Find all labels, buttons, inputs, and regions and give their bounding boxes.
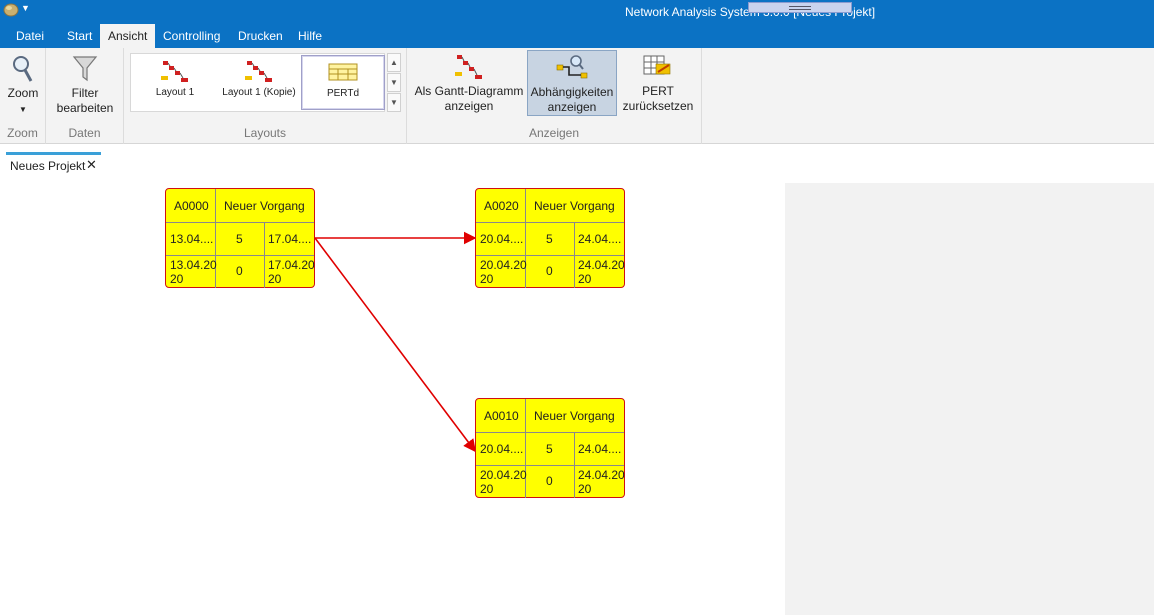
node-duration: 5 (236, 232, 243, 246)
title-overlay-box (748, 2, 852, 13)
group-label-anzeigen: Anzeigen (528, 126, 580, 140)
group-layouts: Layout 1 Layout 1 (Kopie) PERTd ▲ ▼ ▼ La… (124, 48, 407, 144)
node-late-finish: 24.04.20 (578, 468, 625, 482)
layout-item-pertd[interactable]: PERTd (301, 55, 385, 110)
node-late-finish: 17.04.20 (268, 258, 315, 272)
layout-gallery: Layout 1 Layout 1 (Kopie) PERTd (130, 53, 385, 112)
gantt-chart-icon (455, 55, 482, 79)
node-early-start: 13.04.... (170, 232, 214, 246)
gallery-more-icon[interactable]: ▼ (387, 93, 401, 112)
node-early-start: 20.04.... (480, 442, 524, 456)
zoom-label: Zoom (7, 86, 39, 100)
pert-node-a0020[interactable]: A0020 Neuer Vorgang 20.04.... 5 24.04...… (475, 188, 625, 288)
tab-start[interactable]: Start (59, 24, 100, 48)
gantt-layout-icon (245, 61, 272, 82)
app-icon[interactable] (3, 3, 19, 17)
group-daten: Filter bearbeiten Daten (46, 48, 124, 144)
node-late-start-cont: 20 (170, 272, 184, 286)
filter-label-line2: bearbeiten (56, 101, 114, 115)
node-early-finish: 24.04.... (578, 232, 622, 246)
gallery-scroller: ▲ ▼ ▼ (387, 53, 401, 112)
node-early-start: 20.04.... (480, 232, 524, 246)
group-label-layouts: Layouts (243, 126, 287, 140)
node-late-start-cont: 20 (480, 272, 494, 286)
dependencies-label-line1: Abhängigkeiten (530, 85, 614, 99)
filter-label-line1: Filter (71, 86, 99, 100)
node-float: 0 (546, 264, 553, 278)
group-label-zoom: Zoom (7, 126, 38, 140)
side-panel (785, 183, 1154, 615)
layout-item-label: Layout 1 (Kopie) (222, 87, 296, 98)
zoom-button[interactable]: Zoom ▼ (4, 54, 42, 117)
node-late-start: 13.04.20 (170, 258, 217, 272)
node-id: A0000 (174, 199, 209, 213)
node-late-start: 20.04.20 (480, 258, 527, 272)
tab-hilfe[interactable]: Hilfe (290, 24, 330, 48)
node-late-finish-cont: 20 (578, 482, 592, 496)
node-late-start: 20.04.20 (480, 468, 527, 482)
tab-drucken[interactable]: Drucken (230, 24, 291, 48)
node-name: Neuer Vorgang (534, 199, 615, 213)
dependency-search-icon (556, 55, 588, 79)
gantt-label-line2: anzeigen (444, 99, 494, 113)
node-name: Neuer Vorgang (224, 199, 305, 213)
gantt-view-button[interactable]: Als Gantt-Diagramm anzeigen (413, 52, 525, 114)
node-late-finish: 24.04.20 (578, 258, 625, 272)
pert-table-icon (328, 63, 358, 81)
node-name: Neuer Vorgang (534, 409, 615, 423)
pert-node-a0000[interactable]: A0000 Neuer Vorgang 13.04.... 5 17.04...… (165, 188, 315, 288)
ribbon: Zoom ▼ Zoom Filter bearbeiten Daten Layo… (0, 48, 1154, 144)
zoom-dropdown-icon: ▼ (19, 105, 27, 114)
tab-ansicht[interactable]: Ansicht (100, 24, 156, 48)
node-duration: 5 (546, 232, 553, 246)
layout-item-label: Layout 1 (155, 87, 195, 98)
pert-reset-button[interactable]: PERT zurücksetzen (619, 52, 697, 114)
pert-reset-label-line1: PERT (642, 84, 674, 98)
pert-reset-icon (643, 55, 671, 75)
node-id: A0020 (484, 199, 519, 213)
pert-node-a0010[interactable]: A0010 Neuer Vorgang 20.04.... 5 24.04...… (475, 398, 625, 498)
layout-item-label: PERTd (326, 88, 360, 99)
close-icon[interactable]: ✕ (86, 157, 97, 173)
node-early-finish: 17.04.... (268, 232, 312, 246)
edge-a0000-a0010 (314, 237, 476, 453)
funnel-icon (72, 56, 98, 82)
dependencies-label-line2: anzeigen (547, 100, 597, 114)
node-late-finish-cont: 20 (268, 272, 282, 286)
group-zoom: Zoom ▼ Zoom (0, 48, 46, 144)
node-float: 0 (236, 264, 243, 278)
node-float: 0 (546, 474, 553, 488)
title-bar: ▼ Network Analysis System 3.0.0 [Neues P… (0, 0, 1154, 48)
gantt-layout-icon (161, 61, 188, 82)
filter-edit-button[interactable]: Filter bearbeiten (52, 54, 118, 116)
gantt-label-line1: Als Gantt-Diagramm (414, 84, 524, 98)
node-late-finish-cont: 20 (578, 272, 592, 286)
node-late-start-cont: 20 (480, 482, 494, 496)
group-anzeigen: Als Gantt-Diagramm anzeigen Abhängigkeit… (407, 48, 702, 144)
node-early-finish: 24.04.... (578, 442, 622, 456)
tab-controlling[interactable]: Controlling (155, 24, 228, 48)
pert-reset-label-line2: zurücksetzen (622, 99, 694, 113)
layout-item-layout1[interactable]: Layout 1 (133, 55, 217, 110)
gallery-down-icon[interactable]: ▼ (387, 73, 401, 92)
tab-datei[interactable]: Datei (8, 24, 52, 48)
document-tab-neues-projekt[interactable]: Neues Projekt ✕ (6, 152, 101, 174)
magnifier-icon (13, 56, 33, 82)
document-tab-label: Neues Projekt (10, 159, 86, 173)
node-id: A0010 (484, 409, 519, 423)
gallery-up-icon[interactable]: ▲ (387, 53, 401, 72)
group-label-daten: Daten (68, 126, 101, 140)
show-dependencies-button[interactable]: Abhängigkeiten anzeigen (527, 50, 617, 116)
quick-access-dropdown-icon[interactable]: ▼ (21, 3, 30, 13)
layout-item-layout1-copy[interactable]: Layout 1 (Kopie) (217, 55, 301, 110)
node-duration: 5 (546, 442, 553, 456)
